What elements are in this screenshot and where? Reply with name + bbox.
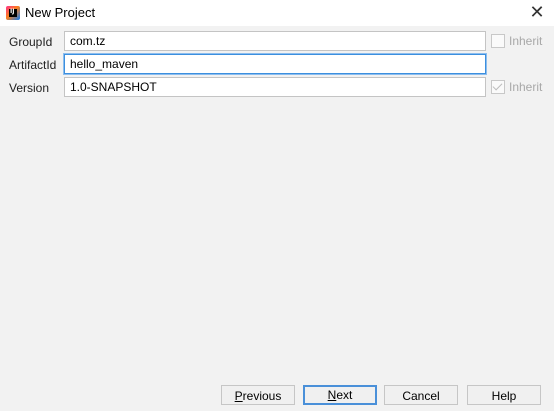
groupid-inherit-label: Inherit <box>509 34 543 48</box>
checkbox-icon[interactable] <box>491 34 505 48</box>
title-bar: IJ New Project ✕ <box>0 0 554 26</box>
groupid-input[interactable] <box>64 31 486 51</box>
artifactid-label: ArtifactId <box>9 58 57 72</box>
window-title: New Project <box>25 5 96 20</box>
previous-label: revious <box>242 389 282 403</box>
previous-button[interactable]: Previous <box>221 385 295 405</box>
close-icon[interactable]: ✕ <box>524 1 550 25</box>
groupid-label: GroupId <box>9 35 53 49</box>
next-button[interactable]: Next <box>303 385 377 405</box>
intellij-app-icon: IJ <box>6 6 20 20</box>
next-label: ext <box>336 388 353 402</box>
version-label: Version <box>9 81 50 95</box>
version-inherit-label: Inherit <box>509 80 543 94</box>
version-input[interactable] <box>64 77 486 97</box>
groupid-inherit-checkbox[interactable]: Inherit <box>491 34 542 48</box>
artifactid-input[interactable] <box>64 54 486 74</box>
help-button[interactable]: Help <box>467 385 541 405</box>
version-inherit-checkbox[interactable]: Inherit <box>491 80 542 94</box>
previous-mnemonic: P <box>234 389 243 403</box>
cancel-button[interactable]: Cancel <box>384 385 458 405</box>
checkmark-icon[interactable] <box>491 80 505 94</box>
